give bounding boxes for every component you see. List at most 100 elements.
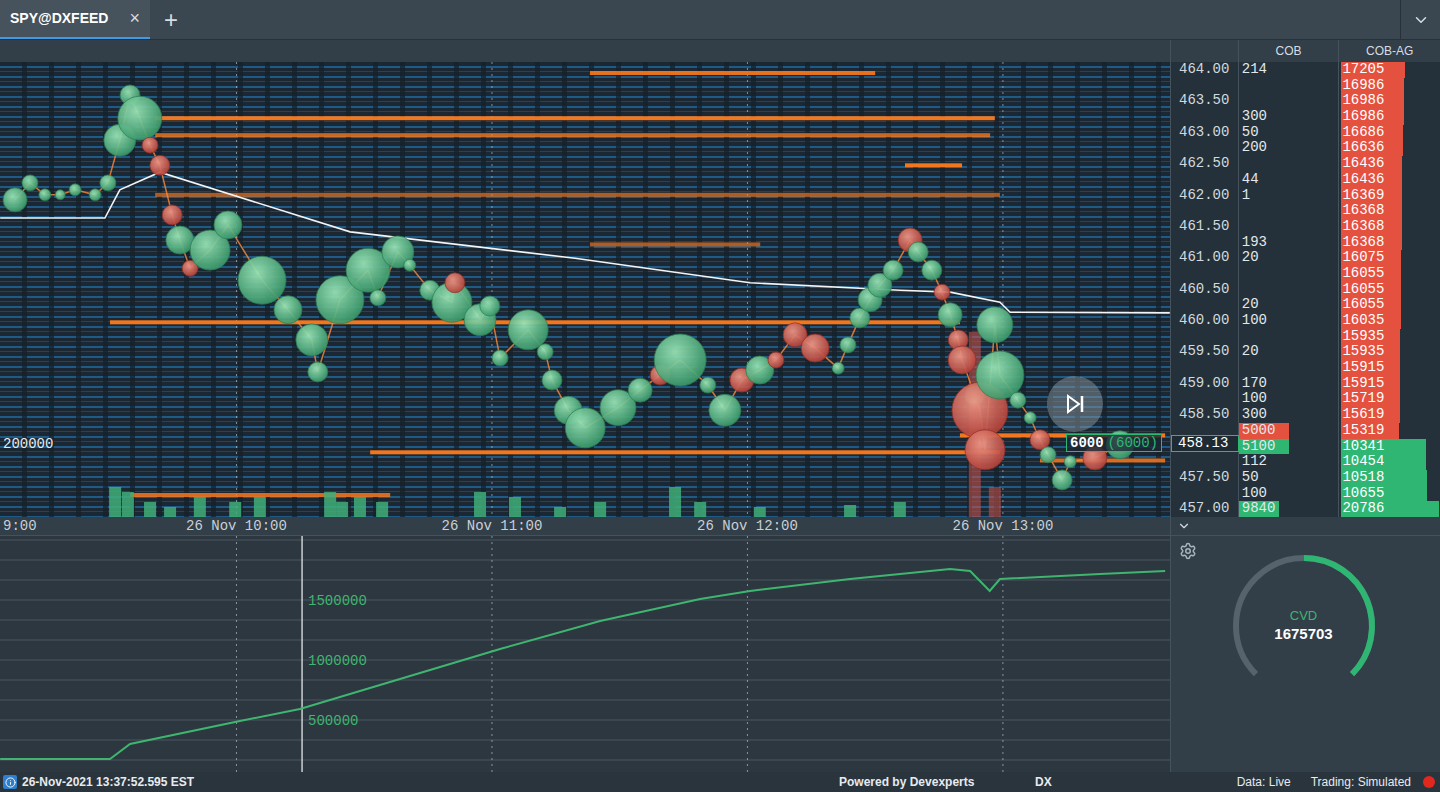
trade-bubble[interactable] <box>840 337 856 353</box>
trade-bubble[interactable] <box>801 334 829 362</box>
trade-bubble[interactable] <box>1024 412 1036 424</box>
cvd-chart[interactable]: 15000001000000500000 <box>0 535 1170 772</box>
trade-bubble[interactable] <box>69 184 81 196</box>
price-label <box>1171 172 1239 188</box>
trade-bubble[interactable] <box>948 346 976 374</box>
ladder-row[interactable]: 459.502015935 <box>1171 344 1440 360</box>
trade-bubble[interactable] <box>166 226 194 254</box>
trade-bubble[interactable] <box>965 430 1005 470</box>
ladder-row[interactable]: 11210454 <box>1171 454 1440 470</box>
ladder-row[interactable]: 15935 <box>1171 329 1440 345</box>
trade-bubble[interactable] <box>89 189 101 201</box>
ladder-row[interactable]: 4416436 <box>1171 172 1440 188</box>
ladder-row[interactable]: 16368 <box>1171 203 1440 219</box>
trade-bubble[interactable] <box>977 307 1013 343</box>
cob-cell <box>1239 78 1340 94</box>
trade-bubble[interactable] <box>480 296 500 316</box>
price-ladder[interactable]: 464.002141720516986463.50169863001698646… <box>1171 62 1440 517</box>
trade-bubble[interactable] <box>118 96 162 140</box>
trade-bubble[interactable] <box>308 362 328 382</box>
status-bar: 26-Nov-2021 13:37:52.595 ESTPowered by D… <box>0 772 1440 792</box>
trade-bubble[interactable] <box>404 259 416 271</box>
ladder-row[interactable]: 459.0017015915 <box>1171 376 1440 392</box>
cob-ag-cell: 20786 <box>1339 501 1440 517</box>
cob-ag-cell: 16035 <box>1339 313 1440 329</box>
ladder-row[interactable]: 19316368 <box>1171 235 1440 251</box>
trade-bubble[interactable] <box>238 256 286 304</box>
trade-bubble[interactable] <box>832 362 844 374</box>
ladder-row[interactable]: 461.002016075 <box>1171 250 1440 266</box>
trade-bubble[interactable] <box>142 137 158 153</box>
ladder-row[interactable]: 462.00116369 <box>1171 188 1440 204</box>
ladder-row[interactable]: 457.00984020786 <box>1171 501 1440 517</box>
trade-bubble[interactable] <box>1052 470 1072 490</box>
tab[interactable]: SPY@DXFEED× <box>0 0 150 39</box>
trade-bubble[interactable] <box>654 334 706 386</box>
help-icon[interactable] <box>3 775 17 789</box>
trade-bubble[interactable] <box>296 324 328 356</box>
trade-bubble[interactable] <box>55 190 65 200</box>
trade-bubble[interactable] <box>1040 447 1056 463</box>
cob-ag-cell: 15619 <box>1339 407 1440 423</box>
ladder-row[interactable]: 464.0021417205 <box>1171 62 1440 78</box>
ladder-row[interactable]: 461.5016368 <box>1171 219 1440 235</box>
ladder-row[interactable]: 460.5016055 <box>1171 282 1440 298</box>
ladder-row[interactable]: 2016055 <box>1171 297 1440 313</box>
trade-bubble[interactable] <box>565 408 605 448</box>
add-tab-button[interactable]: + <box>150 0 192 39</box>
trade-bubble[interactable] <box>492 350 508 366</box>
ladder-row[interactable]: 16055 <box>1171 266 1440 282</box>
trade-bubble[interactable] <box>709 394 741 426</box>
trade-bubble[interactable] <box>370 290 386 306</box>
heatmap-chart[interactable]: 2000006000(6000) <box>0 62 1170 517</box>
ladder-row[interactable]: 457.505010518 <box>1171 470 1440 486</box>
chevron-down-icon[interactable] <box>1177 519 1191 533</box>
ladder-row[interactable]: 460.0010016035 <box>1171 313 1440 329</box>
heatmap-plot <box>0 62 1170 517</box>
ladder-row[interactable]: 15915 <box>1171 360 1440 376</box>
trade-bubble[interactable] <box>922 260 942 280</box>
ladder-row[interactable]: 30016986 <box>1171 109 1440 125</box>
time-tick: 26 Nov 10:00 <box>186 517 287 535</box>
ladder-row[interactable]: 10015719 <box>1171 391 1440 407</box>
trade-bubble[interactable] <box>768 352 784 368</box>
trade-bubble[interactable] <box>908 242 928 262</box>
trade-bubble[interactable] <box>508 310 548 350</box>
trade-bubble[interactable] <box>700 377 716 393</box>
trade-bubble[interactable] <box>883 260 903 280</box>
ladder-row[interactable]: 458.5030015619 <box>1171 407 1440 423</box>
ladder-row[interactable]: 462.5016436 <box>1171 156 1440 172</box>
trade-bubble[interactable] <box>938 303 962 327</box>
ladder-row[interactable]: 463.5016986 <box>1171 93 1440 109</box>
trade-bubble[interactable] <box>100 175 116 191</box>
jump-to-live-button[interactable] <box>1047 376 1103 432</box>
cob-cell <box>1239 360 1340 376</box>
trade-bubble[interactable] <box>39 189 51 201</box>
trade-bubble[interactable] <box>628 378 652 402</box>
ladder-row[interactable]: 463.005016686 <box>1171 125 1440 141</box>
trade-bubble[interactable] <box>934 284 950 300</box>
trade-bubble[interactable] <box>22 175 38 191</box>
trade-bubble[interactable] <box>537 344 553 360</box>
trade-bubble[interactable] <box>150 155 170 175</box>
trade-bubble[interactable] <box>1064 456 1076 468</box>
price-label <box>1171 266 1239 282</box>
chart-column: 2000006000(6000)9:0026 Nov 10:0026 Nov 1… <box>0 40 1170 535</box>
cob-ag-cell: 16368 <box>1339 219 1440 235</box>
gear-icon[interactable] <box>1179 542 1197 560</box>
hour-gridline <box>1002 536 1003 772</box>
trade-bubble[interactable] <box>274 296 302 324</box>
ladder-row[interactable]: 10010655 <box>1171 486 1440 502</box>
trade-bubble[interactable] <box>445 273 465 293</box>
trade-bubble[interactable] <box>162 205 182 225</box>
dom-column-header: COB-AG <box>1339 40 1440 62</box>
trade-bubble[interactable] <box>1010 392 1026 408</box>
trade-bubble[interactable] <box>3 188 27 212</box>
cob-cell: 20 <box>1239 297 1340 313</box>
trade-bubble[interactable] <box>542 370 562 390</box>
trade-bubble[interactable] <box>214 211 242 239</box>
ladder-row[interactable]: 16986 <box>1171 78 1440 94</box>
tabs-menu-button[interactable] <box>1400 0 1440 39</box>
tab-close[interactable]: × <box>129 5 140 32</box>
ladder-row[interactable]: 20016636 <box>1171 140 1440 156</box>
